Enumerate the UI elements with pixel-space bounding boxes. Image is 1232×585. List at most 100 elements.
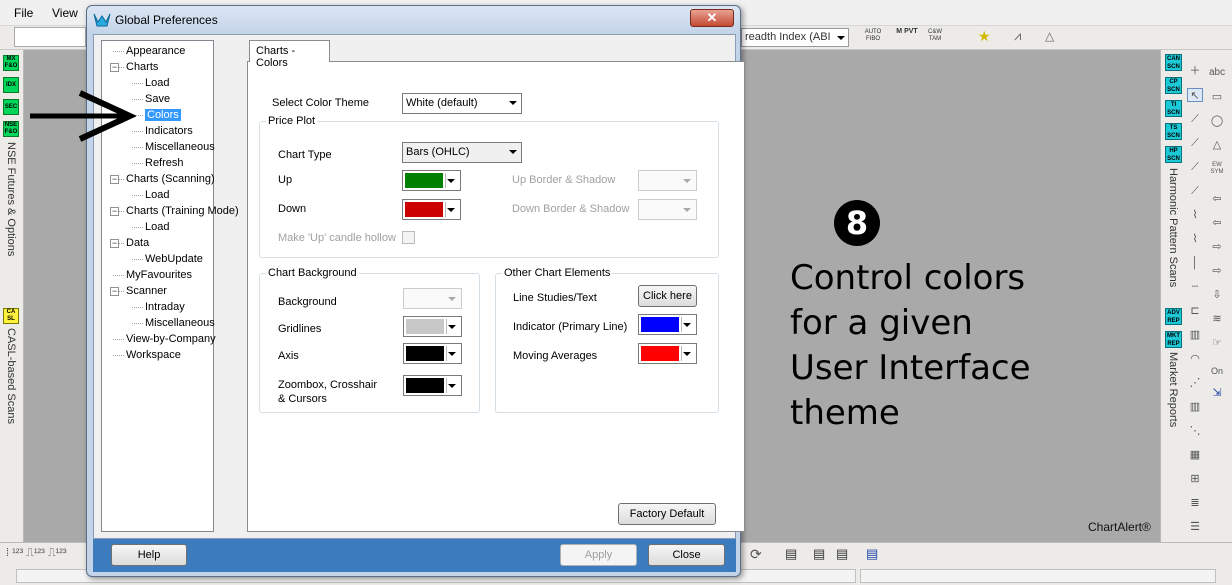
factory-default-button[interactable]: Factory Default xyxy=(618,503,716,525)
fan-tool-icon[interactable]: ⋰ xyxy=(1187,376,1203,390)
arc-tool-icon[interactable]: ◠ xyxy=(1187,352,1203,366)
fib-fan-tool-icon[interactable]: ⋱ xyxy=(1187,424,1203,438)
click-here-button[interactable]: Click here xyxy=(638,285,697,307)
bracket-tool-icon[interactable]: ⊏ xyxy=(1187,304,1203,318)
tree-collapse-icon[interactable]: − xyxy=(110,63,119,72)
nse-fo-button[interactable]: NSE F&O xyxy=(3,121,19,137)
sl-line-tool-icon[interactable]: ⟋ xyxy=(1187,160,1203,174)
tree-item[interactable]: Data xyxy=(126,237,149,249)
zoombox-color-picker[interactable] xyxy=(403,375,462,396)
tree-item[interactable]: Charts (Training Mode) xyxy=(126,205,239,217)
diag-grid-tool-icon[interactable]: ▦ xyxy=(1187,448,1203,462)
sl-zigzag-tool-icon[interactable]: ⌇ xyxy=(1187,232,1203,246)
rectangle-tool-icon[interactable]: ▭ xyxy=(1209,90,1225,104)
wave-tool-icon[interactable]: ≋ xyxy=(1209,312,1225,326)
line-tool-icon[interactable]: ⟋ xyxy=(1187,136,1203,150)
tree-item[interactable]: Load xyxy=(145,221,169,233)
moving-averages-color-picker[interactable] xyxy=(638,343,697,364)
tree-item[interactable]: MyFavourites xyxy=(126,269,192,281)
lines-tool-icon[interactable]: ≣ xyxy=(1187,496,1203,510)
dialog-titlebar[interactable]: Global Preferences ✕ xyxy=(87,6,740,34)
mkt-rep-button[interactable]: MKT REP xyxy=(1165,331,1182,348)
vertical-line-tool-icon[interactable]: │ xyxy=(1187,256,1203,270)
tree-item[interactable]: Load xyxy=(145,77,169,89)
tree-item[interactable]: Miscellaneous xyxy=(145,317,215,329)
sl-line2-tool-icon[interactable]: ⟋ xyxy=(1187,184,1203,198)
index-combo[interactable]: readth Index (ABI xyxy=(741,28,849,47)
indicator-color-picker[interactable] xyxy=(638,314,697,335)
tree-collapse-icon[interactable]: − xyxy=(110,239,119,248)
ellipse-tool-icon[interactable]: ◯ xyxy=(1209,114,1225,128)
report-icon-4[interactable]: ▤ xyxy=(866,546,878,562)
on-toggle[interactable]: On xyxy=(1209,364,1225,378)
status-tool-icons[interactable]: ⁞ ¹²³ ⎍¹²³ ⎍¹²³ xyxy=(6,547,67,560)
cp-scan-button[interactable]: CP SCN xyxy=(1165,77,1182,94)
star-icon[interactable]: ★ xyxy=(978,28,991,45)
tree-item[interactable]: Scanner xyxy=(126,285,167,297)
help-button[interactable]: Help xyxy=(111,544,187,566)
menu-view[interactable]: View xyxy=(52,6,78,20)
report-icon-1[interactable]: ▤ xyxy=(785,546,797,562)
tree-item[interactable]: Appearance xyxy=(126,45,185,57)
tree-item[interactable]: Charts (Scanning) xyxy=(126,173,215,185)
adv-rep-button[interactable]: ADV REP xyxy=(1165,308,1182,325)
grid-tool-icon[interactable]: ▥ xyxy=(1187,328,1203,342)
menu-file[interactable]: File xyxy=(14,6,33,20)
triangle-tool-icon[interactable]: △ xyxy=(1045,29,1054,43)
down-color-picker[interactable] xyxy=(402,199,461,220)
tree-item[interactable]: Load xyxy=(145,189,169,201)
pitchfork-icon[interactable]: ⩘ xyxy=(1014,28,1021,44)
ti-scan-button[interactable]: TI SCN xyxy=(1165,100,1182,117)
arrow-right2-icon[interactable]: ⇨ xyxy=(1209,264,1225,278)
toolbar-input[interactable] xyxy=(14,27,86,47)
ew-sym-icon[interactable]: EW SYM xyxy=(1209,162,1225,176)
close-button[interactable]: Close xyxy=(648,544,725,566)
report-icon-3[interactable]: ▤ xyxy=(836,546,848,562)
chart-type-select[interactable]: Bars (OHLC) xyxy=(402,142,522,163)
gridlines-color-picker[interactable] xyxy=(403,316,462,337)
dotted-line-tool-icon[interactable]: ┄ xyxy=(1187,280,1203,294)
zigzag-tool-icon[interactable]: ⌇ xyxy=(1187,208,1203,222)
mpvt-button[interactable]: M PVT xyxy=(896,28,918,36)
tree-item[interactable]: Workspace xyxy=(126,349,181,361)
tree-item[interactable]: Refresh xyxy=(145,157,184,169)
arrow-right-icon[interactable]: ⇨ xyxy=(1209,240,1225,254)
autofibo-button[interactable]: AUTO FIBO xyxy=(862,29,884,43)
crosshair-tool-icon[interactable]: ＋ xyxy=(1187,64,1203,78)
pointer-tool-icon[interactable]: ↖ xyxy=(1187,88,1203,102)
sec-button[interactable]: SEC xyxy=(3,99,19,115)
color-theme-select[interactable]: White (default) xyxy=(402,93,522,114)
triangle-shape-icon[interactable]: △ xyxy=(1209,138,1225,152)
ts-scan-button[interactable]: TS SCN xyxy=(1165,123,1182,140)
close-icon[interactable]: ✕ xyxy=(690,9,734,27)
bars-tool-icon[interactable]: ▥ xyxy=(1187,400,1203,414)
hand-tool-icon[interactable]: ☞ xyxy=(1209,336,1225,350)
cursor-r-icon[interactable]: ⇲ xyxy=(1209,386,1225,400)
arrow-down-icon[interactable]: ⇩ xyxy=(1209,288,1225,302)
idx-button[interactable]: IDX xyxy=(3,77,19,93)
tree-collapse-icon[interactable]: − xyxy=(110,287,119,296)
hp-scan-button[interactable]: HP SCN xyxy=(1165,146,1182,163)
tree-item[interactable]: Charts xyxy=(126,61,158,73)
tree-item[interactable]: WebUpdate xyxy=(145,253,203,265)
casl-button[interactable]: CA SL xyxy=(3,308,19,324)
cowtam-button[interactable]: C&W TAM xyxy=(924,29,946,43)
arrow-left2-icon[interactable]: ⇦ xyxy=(1209,216,1225,230)
tree-item[interactable]: Save xyxy=(145,93,170,105)
tree-item[interactable]: Intraday xyxy=(145,301,185,313)
trendline-tool-icon[interactable]: ⟋ xyxy=(1187,112,1203,126)
arrow-left-icon[interactable]: ⇦ xyxy=(1209,192,1225,206)
axis-color-picker[interactable] xyxy=(403,343,462,364)
list-tool-icon[interactable]: ☰ xyxy=(1187,520,1203,534)
tree-item[interactable]: View-by-Company xyxy=(126,333,216,345)
tree-collapse-icon[interactable]: − xyxy=(110,207,119,216)
tab-charts-colors[interactable]: Charts - Colors xyxy=(249,40,330,69)
box-grid-tool-icon[interactable]: ⊞ xyxy=(1187,472,1203,486)
text-tool-icon[interactable]: abc xyxy=(1209,66,1225,80)
refresh-icon[interactable]: ⟳ xyxy=(750,546,762,563)
up-color-picker[interactable] xyxy=(402,170,461,191)
tree-item[interactable]: Miscellaneous xyxy=(145,141,215,153)
tree-collapse-icon[interactable]: − xyxy=(110,175,119,184)
tree-item[interactable]: Indicators xyxy=(145,125,193,137)
tree-item[interactable]: Colors xyxy=(145,109,181,121)
